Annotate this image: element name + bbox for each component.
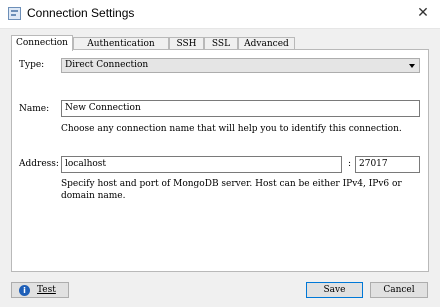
info-icon: i: [19, 285, 30, 296]
test-button[interactable]: i Test: [11, 282, 69, 298]
name-label: Name:: [19, 104, 50, 114]
cancel-button[interactable]: Cancel: [370, 282, 428, 298]
chevron-down-icon: [409, 64, 415, 68]
name-input-value: New Connection: [65, 103, 141, 113]
port-input-value: 27017: [359, 159, 388, 169]
connection-panel: Type: Direct Connection Name: New Connec…: [11, 49, 429, 272]
host-input[interactable]: localhost: [61, 156, 342, 173]
test-button-label: Test: [37, 285, 56, 295]
name-hint: Choose any connection name that will hel…: [61, 124, 402, 134]
type-label: Type:: [19, 60, 45, 70]
port-input[interactable]: 27017: [355, 156, 420, 173]
window-title: Connection Settings: [27, 6, 135, 20]
name-input[interactable]: New Connection: [61, 100, 420, 117]
title-bar: Connection Settings ✕: [0, 0, 440, 29]
type-select-value: Direct Connection: [65, 60, 149, 70]
address-hint-line-1: Specify host and port of MongoDB server.…: [61, 179, 402, 189]
save-button[interactable]: Save: [306, 282, 363, 298]
type-select[interactable]: Direct Connection: [61, 58, 420, 73]
close-button[interactable]: ✕: [412, 3, 434, 23]
tab-connection[interactable]: Connection: [11, 35, 73, 51]
address-label: Address:: [19, 159, 59, 169]
dialog-body: Connection Authentication SSH SSL Advanc…: [0, 29, 440, 307]
address-hint-line-2: domain name.: [61, 191, 126, 201]
host-input-value: localhost: [65, 159, 107, 169]
app-window-icon: [8, 7, 21, 20]
port-separator: :: [348, 159, 352, 169]
